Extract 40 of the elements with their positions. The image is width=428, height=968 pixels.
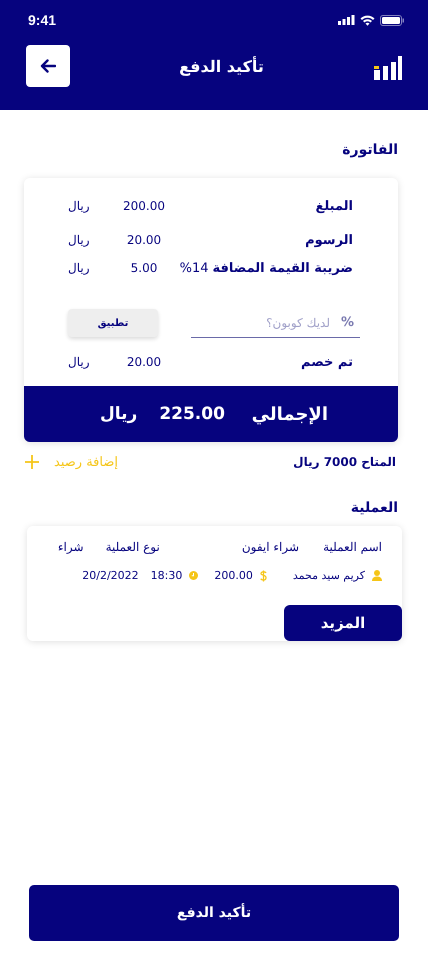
balance-text: المتاح 7000 ريال xyxy=(293,455,396,469)
wifi-icon xyxy=(360,14,375,26)
apply-button[interactable]: تطبيق xyxy=(68,309,158,337)
person-icon xyxy=(372,570,382,581)
dollar-icon xyxy=(260,570,267,582)
more-button[interactable]: المزيد xyxy=(284,605,402,641)
confirm-payment-button[interactable]: تأكيد الدفع xyxy=(29,885,399,941)
currency-label: ريال xyxy=(68,355,91,369)
clock-icon xyxy=(189,571,198,580)
amount-text: 200.00 xyxy=(214,569,253,582)
total-currency: ريال xyxy=(100,404,138,424)
field-label: اسم العملية xyxy=(323,540,382,554)
invoice-label: الرسوم xyxy=(304,232,353,248)
field-label: نوع العملية xyxy=(106,540,160,554)
invoice-amount: 20.00 xyxy=(126,233,162,247)
signal-icon xyxy=(338,15,355,25)
person-name: كريم سيد محمد xyxy=(292,569,365,582)
back-button[interactable] xyxy=(26,45,70,87)
invoice-amount: 200.00 xyxy=(122,199,166,213)
percent-icon: % xyxy=(340,315,354,330)
back-arrow-icon xyxy=(40,59,56,73)
field-value: شراء ايفون xyxy=(242,540,300,554)
section-title: الفاتورة xyxy=(341,142,399,158)
time-text: 18:30 xyxy=(150,569,182,582)
date-text: 20/2/2022 xyxy=(82,569,139,582)
page-title: تأكيد الدفع xyxy=(179,56,264,76)
discount-amount: 20.00 xyxy=(126,355,162,369)
section-title: العملية xyxy=(350,500,399,516)
currency-label: ريال xyxy=(68,233,91,247)
total-label: الإجمالي xyxy=(250,404,328,424)
currency-label: ريال xyxy=(68,199,91,213)
field-value: شراء xyxy=(58,540,84,554)
plus-icon xyxy=(24,454,40,470)
battery-icon xyxy=(380,14,404,26)
status-time: 9:41 xyxy=(28,12,56,28)
discount-label: تم خصم xyxy=(300,354,353,370)
invoice-amount: 5.00 xyxy=(130,261,158,275)
invoice-label: المبلغ xyxy=(314,198,353,214)
currency-label: ريال xyxy=(68,261,91,275)
total-amount: 225.00 xyxy=(159,404,225,424)
